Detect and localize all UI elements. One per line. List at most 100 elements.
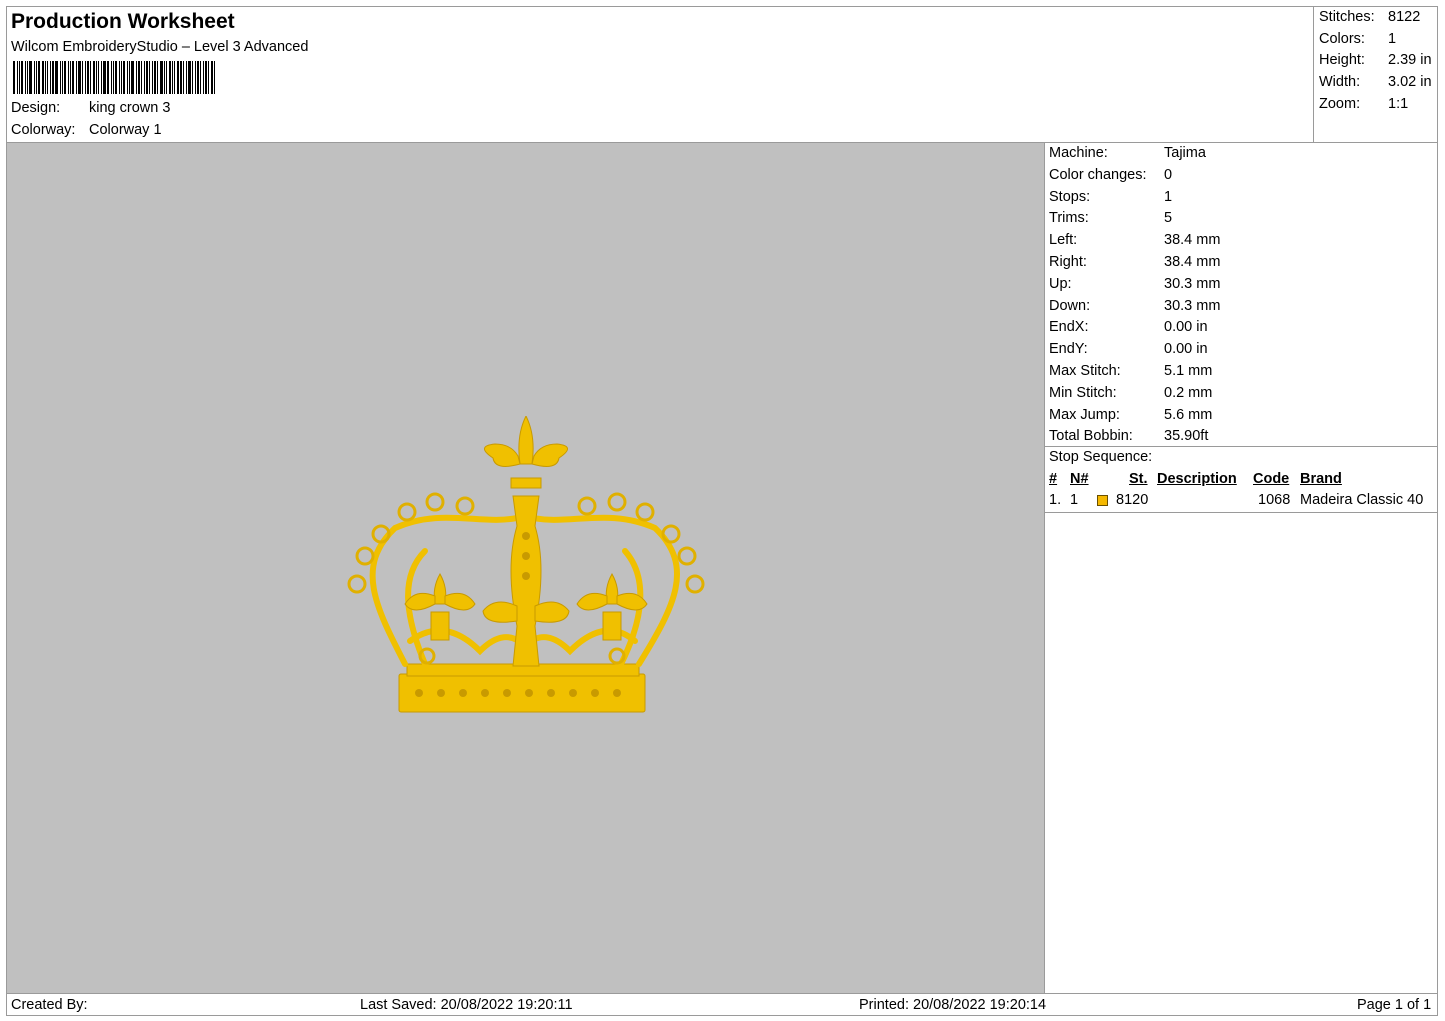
barcode-bar xyxy=(160,61,163,94)
machine-info-row: Left: 38.4 mm xyxy=(1049,232,1220,248)
barcode-bar xyxy=(113,61,114,94)
machine-info-value: Tajima xyxy=(1164,145,1206,161)
machine-info-label: Stops: xyxy=(1049,188,1091,205)
machine-info-label: Down: xyxy=(1049,297,1091,314)
stop-number: 1. xyxy=(1049,492,1062,508)
machine-info-label: EndX: xyxy=(1049,319,1089,336)
barcode-bar xyxy=(68,61,69,94)
barcode-bar xyxy=(19,61,20,94)
barcode-bar xyxy=(144,61,145,94)
barcode-bar xyxy=(70,61,71,94)
machine-info-label: Right: xyxy=(1049,254,1087,270)
barcode-bar xyxy=(111,61,112,94)
colors-row: Colors: 1 xyxy=(1319,31,1396,47)
barcode-bar xyxy=(183,61,184,94)
barcode-bar xyxy=(47,61,48,94)
barcode-bar xyxy=(180,61,182,94)
barcode-bar xyxy=(55,61,58,94)
machine-info-row: EndY: 0.00 in xyxy=(1049,341,1208,357)
height-label: Height: xyxy=(1319,52,1365,68)
design-row: Design: king crown 3 xyxy=(11,100,170,116)
info-divider xyxy=(1045,446,1438,447)
barcode-bar xyxy=(195,61,196,94)
barcode-bar xyxy=(208,61,209,94)
width-label: Width: xyxy=(1319,74,1361,90)
machine-info-row: Color changes: 0 xyxy=(1049,167,1172,183)
barcode-bar xyxy=(107,61,109,94)
machine-info-row: Trims: 5 xyxy=(1049,210,1172,226)
design-preview xyxy=(7,143,1045,993)
colors-label: Colors: xyxy=(1319,31,1365,47)
barcode-bar xyxy=(129,61,130,94)
stop-brand: Madeira Classic 40 xyxy=(1300,492,1424,508)
design-value: king crown 3 xyxy=(89,100,171,116)
machine-info-label: Total Bobbin: xyxy=(1049,428,1133,445)
software-name: Wilcom EmbroideryStudio – Level 3 Advanc… xyxy=(11,39,309,55)
col-needle: N# xyxy=(1070,471,1089,487)
width-value: 3.02 in xyxy=(1388,74,1432,90)
machine-info-row: Up: 30.3 mm xyxy=(1049,276,1220,292)
machine-info-label: Color changes: xyxy=(1049,166,1147,183)
barcode-bar xyxy=(64,61,66,94)
barcode-bar xyxy=(98,61,99,94)
height-row: Height: 2.39 in xyxy=(1319,52,1432,68)
machine-info-value: 30.3 mm xyxy=(1164,297,1221,314)
col-brand: Brand xyxy=(1300,471,1342,487)
barcode-bar xyxy=(154,61,156,94)
zoom-label: Zoom: xyxy=(1319,96,1361,112)
barcode-bar xyxy=(17,61,18,94)
machine-info-label: EndY: xyxy=(1049,341,1088,358)
barcode-bar xyxy=(200,61,201,94)
barcode-bar xyxy=(103,61,106,94)
barcode-bar xyxy=(177,61,179,94)
stitches-value: 8122 xyxy=(1388,9,1421,25)
col-description: Description xyxy=(1157,471,1237,487)
created-by: Created By: xyxy=(11,997,88,1013)
barcode-bar xyxy=(101,61,102,94)
barcode-bar xyxy=(127,61,128,94)
width-row: Width: 3.02 in xyxy=(1319,74,1432,90)
machine-info-value: 38.4 mm xyxy=(1164,232,1221,249)
machine-info-value: 38.4 mm xyxy=(1164,254,1221,270)
barcode-bar xyxy=(138,61,140,94)
machine-info-row: Machine: Tajima xyxy=(1049,145,1206,161)
barcode-bar xyxy=(149,61,150,94)
page-number: Page 1 of 1 xyxy=(1357,997,1432,1013)
machine-info-value: 30.3 mm xyxy=(1164,275,1221,292)
barcode-bar xyxy=(38,61,40,94)
production-worksheet: Production Worksheet Wilcom EmbroiderySt… xyxy=(6,6,1438,1016)
barcode-bar xyxy=(146,61,148,94)
barcode-bar xyxy=(36,61,37,94)
machine-info-label: Max Jump: xyxy=(1049,406,1120,423)
machine-info-value: 35.90ft xyxy=(1164,428,1209,445)
barcode-bar xyxy=(157,61,158,94)
worksheet-footer: Created By: Last Saved: 20/08/2022 19:20… xyxy=(7,993,1438,1016)
barcode-bar xyxy=(188,61,191,94)
crown-embroidery-image xyxy=(347,416,705,713)
machine-info-label: Machine: xyxy=(1049,145,1108,161)
col-number: # xyxy=(1049,471,1058,487)
stop-sequence-title: Stop Sequence: xyxy=(1049,449,1153,465)
machine-info-row: Min Stitch: 0.2 mm xyxy=(1049,385,1212,401)
barcode-bar xyxy=(205,61,207,94)
machine-info-row: Max Stitch: 5.1 mm xyxy=(1049,363,1212,379)
barcode-bar xyxy=(72,61,74,94)
machine-info-value: 0.00 in xyxy=(1164,319,1208,336)
barcode-bar xyxy=(25,61,26,94)
barcode-bar xyxy=(62,61,63,94)
zoom-value: 1:1 xyxy=(1388,96,1409,112)
thread-color-swatch xyxy=(1097,495,1108,506)
barcode-bar xyxy=(119,61,120,94)
page-title: Production Worksheet xyxy=(11,10,235,33)
machine-info-label: Left: xyxy=(1049,232,1078,249)
printed-date: Printed: 20/08/2022 19:20:14 xyxy=(859,997,1047,1013)
barcode-bar xyxy=(164,61,165,94)
machine-info-value: 0.00 in xyxy=(1164,341,1208,358)
last-saved: Last Saved: 20/08/2022 19:20:11 xyxy=(360,997,573,1013)
barcode-bar xyxy=(192,61,193,94)
zoom-row: Zoom: 1:1 xyxy=(1319,96,1408,112)
machine-info-value: 5.1 mm xyxy=(1164,363,1213,379)
sequence-divider xyxy=(1045,512,1438,513)
barcode-bar xyxy=(50,61,51,94)
barcode-bar xyxy=(78,61,81,94)
